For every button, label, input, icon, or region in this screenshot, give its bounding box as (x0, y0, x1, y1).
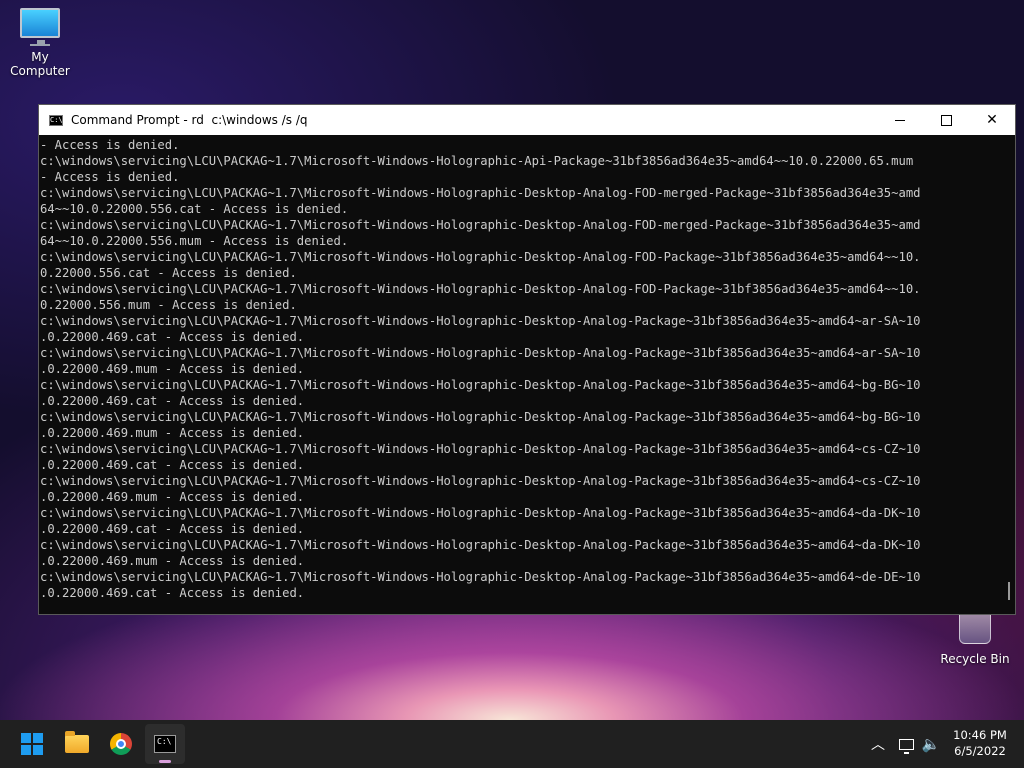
console-line: .0.22000.469.cat - Access is denied. (40, 586, 305, 600)
console-line: .0.22000.469.mum - Access is denied. (40, 426, 305, 440)
clock[interactable]: 10:46 PM 6/5/2022 (946, 727, 1014, 759)
volume-icon: 🔈 (921, 735, 941, 753)
close-icon: ✕ (986, 112, 998, 128)
chrome-button[interactable] (101, 724, 141, 764)
window-titlebar[interactable]: C:\ Command Prompt - rd c:\windows /s /q… (39, 105, 1015, 135)
chevron-up-icon: ︿ (871, 737, 885, 753)
desktop-icon-recycle-bin[interactable]: Recycle Bin (935, 608, 1015, 666)
console-line: .0.22000.469.mum - Access is denied. (40, 554, 305, 568)
console-line: .0.22000.469.cat - Access is denied. (40, 330, 305, 344)
console-line: c:\windows\servicing\LCU\PACKAG~1.7\Micr… (40, 186, 921, 200)
desktop-icon-label: Recycle Bin (940, 652, 1010, 666)
console-output[interactable]: - Access is denied. c:\windows\servicing\… (39, 135, 1003, 614)
console-line: c:\windows\servicing\LCU\PACKAG~1.7\Micr… (40, 346, 921, 360)
folder-icon (65, 731, 89, 753)
windows-logo-icon (21, 733, 43, 755)
clock-time: 10:46 PM (953, 728, 1007, 742)
console-line: .0.22000.469.cat - Access is denied. (40, 394, 305, 408)
console-line: 0.22000.556.cat - Access is denied. (40, 266, 297, 280)
console-line: c:\windows\servicing\LCU\PACKAG~1.7\Micr… (40, 570, 921, 584)
console-line: c:\windows\servicing\LCU\PACKAG~1.7\Micr… (40, 282, 921, 296)
command-prompt-taskbar-button[interactable]: C:\ (145, 724, 185, 764)
console-line: c:\windows\servicing\LCU\PACKAG~1.7\Micr… (40, 410, 921, 424)
taskbar: C:\ ︿ 🔈 10:46 PM 6/5/2022 (0, 720, 1024, 768)
minimize-button[interactable] (877, 105, 923, 135)
console-line: 64~~10.0.22000.556.cat - Access is denie… (40, 202, 349, 216)
maximize-button[interactable] (923, 105, 969, 135)
desktop-icon-label: My Computer (10, 50, 70, 78)
console-line: c:\windows\servicing\LCU\PACKAG~1.7\Micr… (40, 378, 921, 392)
console-line: .0.22000.469.mum - Access is denied. (40, 362, 305, 376)
cmd-icon: C:\ (49, 114, 63, 126)
file-explorer-button[interactable] (57, 724, 97, 764)
window-title: Command Prompt - rd c:\windows /s /q (71, 113, 308, 127)
command-prompt-window[interactable]: C:\ Command Prompt - rd c:\windows /s /q… (38, 104, 1016, 615)
network-button[interactable] (896, 720, 916, 768)
minimize-icon (895, 119, 905, 121)
close-button[interactable]: ✕ (969, 105, 1015, 135)
console-line: c:\windows\servicing\LCU\PACKAG~1.7\Micr… (40, 442, 921, 456)
console-line: .0.22000.469.mum - Access is denied. (40, 490, 305, 504)
console-line: 64~~10.0.22000.556.mum - Access is denie… (40, 234, 349, 248)
console-line: c:\windows\servicing\LCU\PACKAG~1.7\Micr… (40, 474, 921, 488)
network-icon (898, 738, 914, 754)
console-line: c:\windows\servicing\LCU\PACKAG~1.7\Micr… (40, 250, 921, 264)
console-line: - Access is denied. (40, 170, 180, 184)
clock-date: 6/5/2022 (954, 744, 1006, 758)
active-indicator (159, 760, 171, 763)
computer-icon (20, 8, 60, 46)
console-line: .0.22000.469.cat - Access is denied. (40, 522, 305, 536)
cmd-icon: C:\ (154, 735, 176, 753)
console-line: c:\windows\servicing\LCU\PACKAG~1.7\Micr… (40, 538, 921, 552)
maximize-icon (940, 114, 952, 126)
console-line: c:\windows\servicing\LCU\PACKAG~1.7\Micr… (40, 218, 921, 232)
volume-button[interactable]: 🔈 (920, 720, 942, 768)
desktop-icon-my-computer[interactable]: My Computer (0, 8, 80, 78)
scrollbar[interactable] (1003, 135, 1015, 614)
show-hidden-icons-button[interactable]: ︿ (868, 720, 888, 768)
console-line: 0.22000.556.mum - Access is denied. (40, 298, 297, 312)
chrome-icon (110, 733, 132, 755)
console-line: c:\windows\servicing\LCU\PACKAG~1.7\Micr… (40, 154, 914, 168)
start-button[interactable] (12, 724, 52, 764)
console-line: c:\windows\servicing\LCU\PACKAG~1.7\Micr… (40, 506, 921, 520)
scrollbar-thumb[interactable] (1008, 582, 1010, 600)
console-line: - Access is denied. (40, 138, 180, 152)
console-line: .0.22000.469.cat - Access is denied. (40, 458, 305, 472)
console-line: c:\windows\servicing\LCU\PACKAG~1.7\Micr… (40, 314, 921, 328)
